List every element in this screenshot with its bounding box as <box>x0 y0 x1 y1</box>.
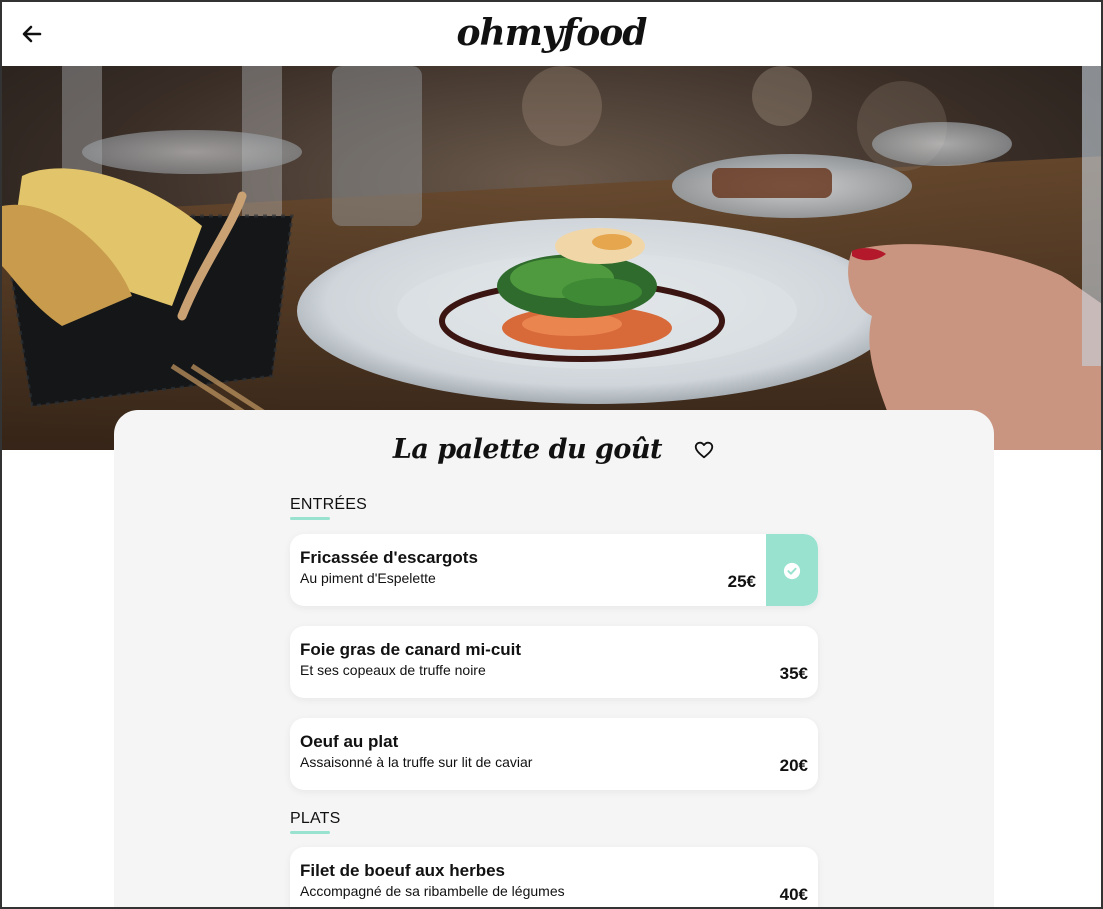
section-title: PLATS <box>290 810 341 827</box>
dish-description: Au piment d'Espelette <box>300 570 436 586</box>
hero-image <box>2 66 1101 450</box>
dish-name: Filet de boeuf aux herbes <box>300 861 505 880</box>
add-to-cart-button[interactable] <box>766 534 818 606</box>
dish-name: Fricassée d'escargots <box>300 548 478 567</box>
dish-description: Assaisonné à la truffe sur lit de caviar <box>300 754 533 770</box>
brand-logo[interactable]: ohmyfood <box>2 12 1101 54</box>
dish-price: 35€ <box>779 664 808 683</box>
app-window: ohmyfood La palette du goût ENTRÉES Fric… <box>0 0 1103 909</box>
menu-card: La palette du goût ENTRÉES Fricassée d'e… <box>114 410 994 907</box>
section-title: ENTRÉES <box>290 496 367 513</box>
dish-card[interactable]: Oeuf au plat Assaisonné à la truffe sur … <box>290 718 818 790</box>
section-entrees: ENTRÉES <box>290 496 367 520</box>
dish-card[interactable]: Filet de boeuf aux herbes Accompagné de … <box>290 847 818 907</box>
dish-card[interactable]: Foie gras de canard mi-cuit Et ses copea… <box>290 626 818 698</box>
dish-price: 20€ <box>779 756 808 775</box>
section-underline <box>290 831 330 834</box>
dish-name: Foie gras de canard mi-cuit <box>300 640 522 659</box>
restaurant-title-row: La palette du goût <box>114 434 994 474</box>
heart-outline-icon <box>694 441 714 458</box>
section-plats: PLATS <box>290 810 341 834</box>
favorite-button[interactable] <box>693 439 715 461</box>
dish-description: Accompagné de sa ribambelle de légumes <box>300 883 565 899</box>
top-header: ohmyfood <box>2 2 1101 66</box>
section-underline <box>290 517 330 520</box>
dish-card[interactable]: Fricassée d'escargots Au piment d'Espele… <box>290 534 818 606</box>
dish-name: Oeuf au plat <box>300 732 399 751</box>
dish-description: Et ses copeaux de truffe noire <box>300 662 486 678</box>
dish-price: 40€ <box>779 885 808 904</box>
restaurant-name: La palette du goût <box>392 434 663 465</box>
dish-price: 25€ <box>727 572 756 591</box>
check-circle-icon <box>783 562 801 580</box>
